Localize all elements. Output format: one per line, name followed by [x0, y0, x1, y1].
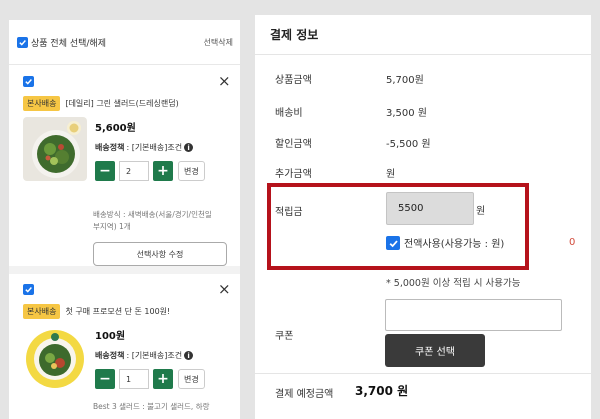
shipping-fee-value: 3,500 원 — [386, 108, 428, 119]
change-quantity-button[interactable]: 변경 — [178, 369, 205, 389]
select-all-label[interactable]: 상품 전체 선택/해제 — [31, 36, 106, 49]
remove-item-close-icon[interactable]: × — [218, 282, 231, 297]
coupon-input[interactable] — [385, 299, 562, 331]
product-amount-label: 상품금액 — [275, 75, 312, 86]
item-checkbox[interactable] — [23, 75, 34, 87]
shipping-policy: 배송정책 : [기본배송]조건 i — [95, 350, 205, 361]
coupon-select-button[interactable]: 쿠폰 선택 — [385, 334, 485, 367]
cart-item: × 본사배송 [데일리] 그린 샐러드(드레싱랜덤) 5,600원 배송정책:… — [9, 74, 240, 274]
available-points-value: 0 — [569, 237, 576, 248]
decrease-quantity-button[interactable]: − — [95, 369, 115, 389]
cart-item: × 본사배송 첫 구매 프로모션 단 돈 100원! 100원 배송정책: [… — [9, 282, 240, 419]
cart-header: 상품 전체 선택/해제 선택삭제 — [9, 20, 240, 65]
increase-quantity-button[interactable]: + — [153, 369, 173, 389]
payment-title: 결제 정보 — [255, 15, 591, 55]
shipping-method-line: 부지역) 1개 — [93, 222, 131, 231]
remove-item-close-icon[interactable]: × — [218, 74, 231, 89]
select-all-checkbox[interactable] — [17, 36, 28, 48]
points-label: 적립금 — [275, 207, 303, 218]
discount-value: -5,500 원 — [386, 139, 431, 150]
use-all-points-label[interactable]: 전액사용(사용가능 : 원) — [404, 235, 534, 255]
quantity-input[interactable]: 2 — [119, 161, 149, 181]
points-input[interactable]: 5500 — [386, 192, 474, 225]
policy-prefix: 배송정책 — [95, 351, 125, 360]
payment-panel: 결제 정보 상품금액 5,700원 배송비 3,500 원 할인금액 -5,50… — [255, 15, 591, 419]
total-label: 결제 예정금액 — [275, 389, 334, 400]
quantity-stepper: − 1 + 변경 — [95, 369, 205, 389]
shipping-badge: 본사배송 — [23, 304, 61, 319]
item-checkbox[interactable] — [23, 283, 34, 295]
quantity-input[interactable]: 1 — [119, 369, 149, 389]
shipping-method: 배송방식 : 새벽배송(서울/경기/인천일 부지역) 1개 — [93, 209, 230, 233]
shipping-policy: 배송정책 : [기본배송]조건 i — [95, 142, 205, 153]
extra-amount-label: 추가금액 — [275, 169, 312, 180]
promotion-salad-image[interactable] — [23, 325, 87, 389]
total-value: 3,700 원 — [355, 384, 409, 398]
points-unit: 원 — [476, 206, 486, 217]
salad-product-image[interactable] — [23, 117, 87, 181]
info-icon[interactable]: i — [184, 143, 194, 152]
quantity-stepper: − 2 + 변경 — [95, 161, 205, 181]
policy-value: : [기본배송]조건 — [126, 351, 183, 360]
best-salads-text: Best 3 샐러드 : 불고기 샐러드, 하랑 — [93, 402, 210, 411]
extra-amount-value: 원 — [386, 169, 396, 180]
shipping-badge: 본사배송 — [23, 96, 61, 111]
delete-selected-button[interactable]: 선택삭제 — [204, 37, 233, 48]
use-all-points-checkbox[interactable] — [386, 236, 400, 250]
product-title[interactable]: [데일리] 그린 샐러드(드레싱랜덤) — [65, 98, 178, 109]
total-divider — [255, 373, 591, 374]
policy-prefix: 배송정책 — [95, 143, 125, 152]
product-amount-value: 5,700원 — [386, 75, 424, 86]
product-price: 5,600원 — [95, 123, 136, 134]
product-price: 100원 — [95, 331, 126, 342]
policy-value: : [기본배송]조건 — [126, 143, 183, 152]
product-title[interactable]: 첫 구매 프로모션 단 돈 100원! — [65, 306, 170, 317]
info-icon[interactable]: i — [184, 351, 194, 360]
shipping-method-line: 배송방식 : 새벽배송(서울/경기/인천일 — [93, 210, 212, 219]
discount-label: 할인금액 — [275, 139, 312, 150]
change-quantity-button[interactable]: 변경 — [178, 161, 205, 181]
cart-panel: 상품 전체 선택/해제 선택삭제 × 본사배송 [데일리] 그린 샐러드(드레싱… — [9, 20, 240, 419]
points-notice: * 5,000원 이상 적립 시 사용가능 — [386, 278, 521, 289]
select-all-control[interactable]: 상품 전체 선택/해제 — [17, 36, 106, 49]
coupon-label: 쿠폰 — [275, 331, 294, 342]
edit-options-button[interactable]: 선택사항 수정 — [93, 242, 227, 266]
increase-quantity-button[interactable]: + — [153, 161, 173, 181]
shipping-fee-label: 배송비 — [275, 108, 303, 119]
decrease-quantity-button[interactable]: − — [95, 161, 115, 181]
